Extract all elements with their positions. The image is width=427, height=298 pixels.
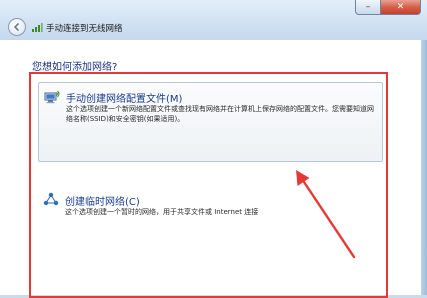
dialog-content: 您想如何添加网络? 手动创建网络配置文件(M) 这个选项创建一个新网络配置文件或… [0,40,421,298]
adhoc-network-icon [43,192,59,206]
wireless-computer-icon [44,90,60,104]
title-bar: 手动连接到无线网络 – ✕ [0,0,427,40]
back-arrow-icon [13,22,20,32]
create-adhoc-network-option[interactable]: 创建临时网络(C) 这个选项创建一个暂时的网络，用于共享文件或 Internet… [38,186,383,222]
option-description: 这个选项创建一个暂时的网络，用于共享文件或 Internet 连接 [65,208,259,216]
option-title: 创建临时网络(C) [65,197,140,208]
wireless-signal-icon [32,23,43,32]
window-controls: – ✕ [355,0,421,16]
page-heading: 您想如何添加网络? [32,62,118,73]
manual-create-profile-option[interactable]: 手动创建网络配置文件(M) 这个选项创建一个新网络配置文件或查找现有网络并在计算… [38,82,383,162]
option-title: 手动创建网络配置文件(M) [66,94,183,105]
back-button[interactable] [8,18,26,36]
minimize-button[interactable]: – [355,0,381,15]
window-frame-right [421,40,427,295]
close-button[interactable]: ✕ [381,0,421,15]
window-title: 手动连接到无线网络 [46,24,123,34]
option-description: 这个选项创建一个新网络配置文件或查找现有网络并在计算机上保存网络的配置文件。您需… [66,105,374,123]
